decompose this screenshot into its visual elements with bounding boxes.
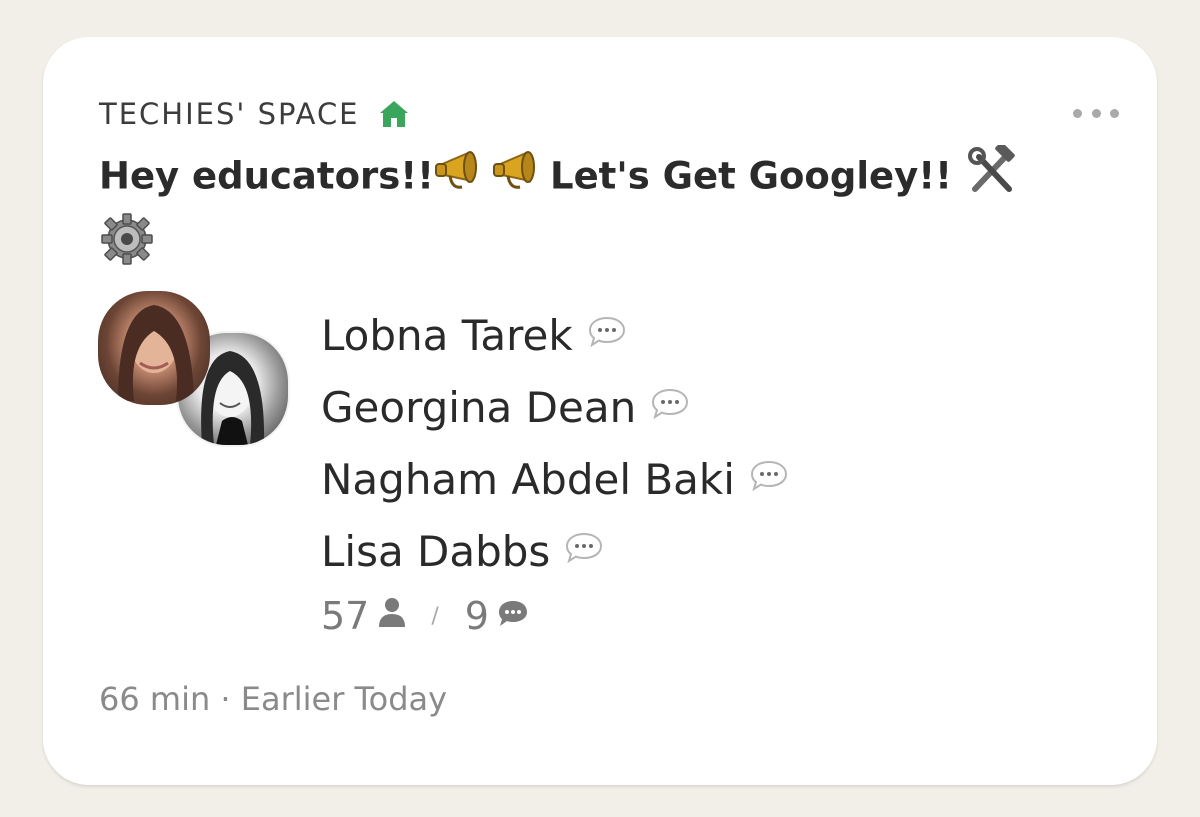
speech-bubble-icon [587,310,627,348]
avatar[interactable] [98,291,210,405]
house-icon [378,99,410,129]
gear-icon [99,211,155,283]
person-icon [377,594,407,638]
speaker-avatars[interactable] [98,291,290,447]
speaker-list: Lobna Tarek Georgina Dean Nagham Abdel B… [321,299,789,587]
title-text-part-1: Hey educators!! [99,154,435,198]
club-label[interactable]: TECHIES' SPACE [99,97,410,131]
listener-count: 57 [321,594,370,638]
room-timestamp: 66 min · Earlier Today [99,680,448,718]
speech-bubble-icon [650,382,690,420]
speaker-count: 9 [464,594,489,638]
speaker-item[interactable]: Lobna Tarek [321,299,789,371]
speaker-name: Lisa Dabbs [321,526,551,576]
room-title: Hey educators!! Let's Get Googley!! [99,142,1039,283]
more-dot [1073,108,1082,118]
megaphone-icon [434,147,492,209]
more-options-button[interactable] [1073,101,1119,125]
room-card[interactable]: TECHIES' SPACE Hey educators!! Let's Get… [43,37,1157,785]
speech-bubble-icon [749,454,789,492]
megaphone-icon [492,147,550,209]
chat-bubble-icon [497,594,529,638]
title-text-part-2: Let's Get Googley!! [550,154,952,198]
more-dot [1091,108,1101,118]
speech-bubble-icon [564,526,604,564]
speaker-item[interactable]: Lisa Dabbs [321,515,789,587]
hammer-wrench-icon [965,142,1019,211]
speaker-name: Nagham Abdel Baki [321,454,735,504]
club-name: TECHIES' SPACE [99,97,360,131]
more-dot [1110,108,1119,118]
speaker-item[interactable]: Georgina Dean [321,371,789,443]
stats-separator: / [431,603,439,629]
room-stats: 57 / 9 [321,594,529,638]
speaker-name: Georgina Dean [321,382,637,432]
speaker-item[interactable]: Nagham Abdel Baki [321,443,789,515]
speaker-name: Lobna Tarek [321,310,573,360]
